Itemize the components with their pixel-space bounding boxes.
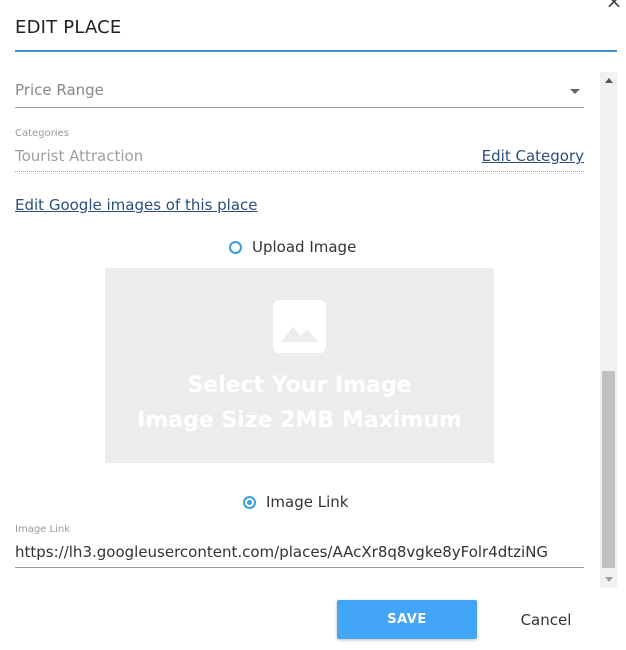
title-divider <box>15 50 617 52</box>
categories-field: Tourist Attraction Edit Category <box>15 144 584 172</box>
edit-category-link[interactable]: Edit Category <box>482 147 584 165</box>
content-scrollbar[interactable] <box>600 72 617 588</box>
image-link-radio-label: Image Link <box>266 493 349 511</box>
upload-image-label: Upload Image <box>252 238 357 256</box>
dialog-content: Price Range Categories Tourist Attractio… <box>0 72 600 588</box>
image-link-option[interactable]: Image Link <box>243 493 348 511</box>
image-link-value: https://lh3.googleusercontent.com/places… <box>15 543 549 561</box>
image-link-radio[interactable] <box>243 495 256 509</box>
categories-value: Tourist Attraction <box>15 147 144 165</box>
scroll-down-icon[interactable] <box>600 571 617 588</box>
upload-image-option[interactable]: Upload Image <box>229 238 356 256</box>
image-upload-dropzone[interactable]: Select Your Image Image Size 2MB Maximum <box>105 268 494 463</box>
price-range-select[interactable]: Price Range <box>15 80 584 108</box>
categories-label: Categories <box>15 128 69 139</box>
save-button[interactable]: SAVE <box>337 600 477 639</box>
scrollbar-thumb[interactable] <box>602 371 615 568</box>
upload-image-radio[interactable] <box>229 240 242 254</box>
edit-google-images-link[interactable]: Edit Google images of this place <box>15 196 258 214</box>
caret-down-icon <box>570 89 580 94</box>
image-link-input[interactable]: https://lh3.googleusercontent.com/places… <box>15 540 584 568</box>
cancel-button[interactable]: Cancel <box>500 600 592 639</box>
price-range-placeholder: Price Range <box>15 81 104 99</box>
upload-size-limit: Image Size 2MB Maximum <box>137 408 462 433</box>
scroll-up-icon[interactable] <box>600 72 617 89</box>
upload-instruction: Select Your Image <box>187 373 412 398</box>
image-link-label: Image Link <box>15 524 70 535</box>
close-icon[interactable]: × <box>603 0 625 13</box>
dialog-title: EDIT PLACE <box>15 17 122 38</box>
image-icon <box>273 300 326 353</box>
